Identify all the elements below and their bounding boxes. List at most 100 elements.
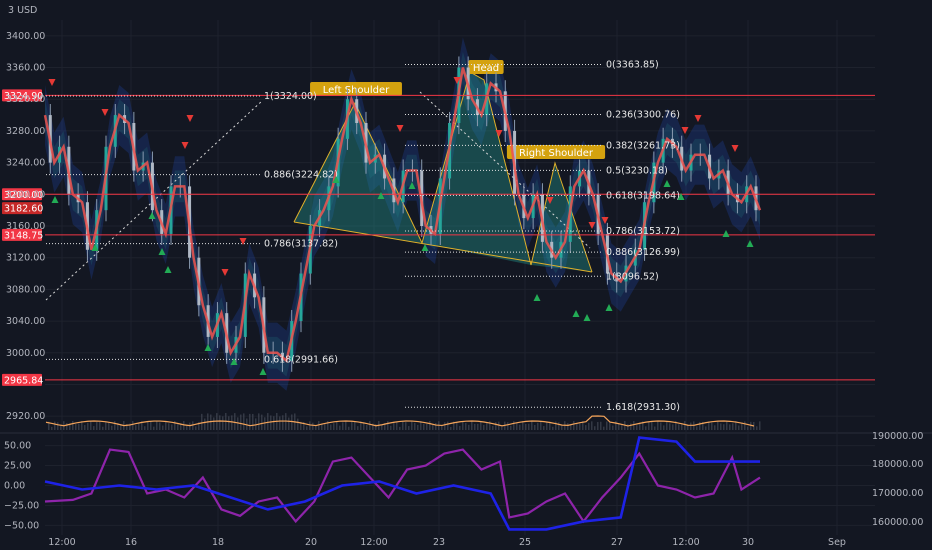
volume-bar [240,414,242,430]
volume-bar [252,413,254,430]
oscillator-tick-label: 50.00 [4,441,31,452]
volume-bar [186,425,188,430]
volume-bar [483,424,485,430]
volume-bar [729,424,731,430]
price-tick-label: 3240.00 [6,158,45,169]
volume-bar [756,426,758,430]
volume-bar [426,423,428,430]
volume-bar [558,422,560,430]
volume-bar [591,421,593,430]
level-tag-text: 3148.75 [4,230,43,241]
volume-bar [69,424,71,430]
volume-bar [528,423,530,430]
oscillator-tick-label: −50.00 [4,520,39,531]
time-tick-label: 25 [519,537,531,548]
volume-bar [606,421,608,430]
volume-bar [204,418,206,430]
volume-bar [57,422,59,430]
price-tick-label: 3160.00 [6,221,45,232]
volume-bar [717,421,719,430]
volume-bar [477,423,479,430]
volume-bar [210,414,212,430]
volume-bar [282,415,284,430]
volume-bar [222,416,224,430]
volume-bar [108,422,110,430]
volume-bar [720,423,722,430]
pattern-label: Right Shoulder [519,148,594,159]
fib-right-label: 0.886(3126.99) [606,247,680,258]
volume-bar [330,424,332,430]
volume-bar [150,421,152,430]
fib-right-label: 0(3363.85) [606,59,659,70]
fib-right-label: 0.382(3261.73) [606,140,680,151]
volume-bar [345,421,347,430]
volume-bar [450,426,452,430]
fib-left-label: 0.886(3224.82) [264,170,338,181]
volume-bar [633,421,635,430]
volume-bar [711,422,713,430]
volume-bar [273,416,275,430]
volume-bar [759,421,761,430]
volume-bar [462,421,464,430]
volume-bar [723,424,725,430]
price-tick-label: 3400.00 [6,31,45,42]
volume-bar [369,421,371,430]
volume-bar [408,426,410,430]
volume-bar [699,421,701,430]
volume-bar [684,421,686,430]
volume-bar [162,425,164,430]
price-tick-label: 3320.00 [6,94,45,105]
volume-bar [264,417,266,430]
volume-bar [510,425,512,430]
volume-bar [423,423,425,430]
volume-bar [324,424,326,430]
volume-bar [537,422,539,430]
fib-right-label: 0.5(3230.18) [606,165,668,176]
price-tick-label: 2920.00 [6,411,45,422]
volume-bar [99,421,101,430]
volume-bar [132,421,134,430]
time-tick-label: 30 [742,537,754,548]
volume-bar [54,421,56,430]
volume-bar [648,421,650,430]
volume-bar [474,423,476,430]
fib-right-label: 0.786(3153.72) [606,226,680,237]
volume-bar [516,423,518,430]
time-tick-label: 16 [125,537,137,548]
volume-bar [291,414,293,430]
volume-bar [534,424,536,430]
volume-bar [228,416,230,430]
volume-bar [498,421,500,430]
volume-bar [588,422,590,430]
volume-bar [636,425,638,430]
volume-bar [72,421,74,430]
volume-bar [714,425,716,430]
volume-bar [168,423,170,430]
volume-bar [627,424,629,430]
volume-bar [267,413,269,430]
time-tick-label: 27 [611,537,623,548]
volume-bar [153,426,155,430]
volume-bar [336,421,338,430]
time-tick-label: 12:00 [672,537,699,548]
time-tick-label: 12:00 [360,537,387,548]
volume-bar [111,425,113,430]
volume-bar [690,422,692,430]
volume-bar [402,421,404,430]
fib-left-label: 1(3324.00) [264,91,317,102]
volume-bar [444,422,446,430]
oscillator-tick-label: −25.00 [4,500,39,511]
volume-bar [432,424,434,430]
price-chart[interactable]: Left ShoulderHeadRight Shoulder 3324.903… [0,0,932,550]
volume-bar [363,422,365,430]
volume-bar [501,426,503,430]
volume-bar [138,422,140,430]
volume-bar [393,422,395,430]
time-tick-label: 23 [433,537,445,548]
volume-bar [609,422,611,430]
volume-bar [561,425,563,430]
volume-bar [600,421,602,430]
volume-bar [261,414,263,430]
volume-bar [87,422,89,430]
volume-bar [645,426,647,430]
